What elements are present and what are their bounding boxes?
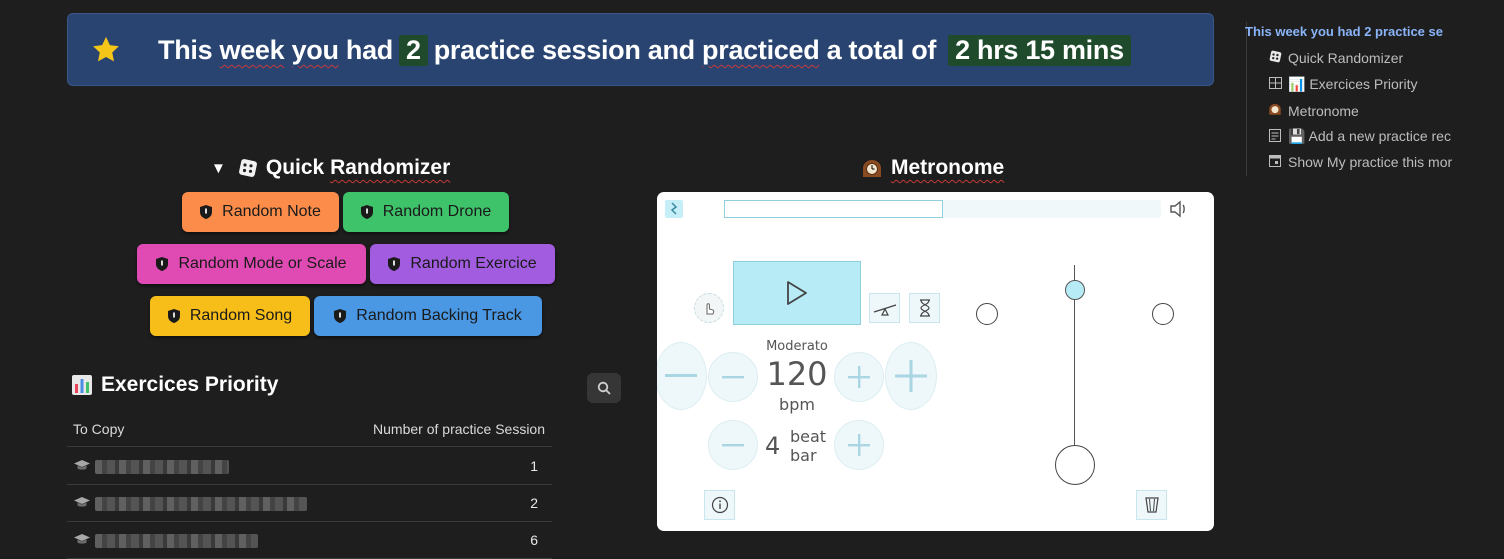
bpm-decrease-button[interactable] (708, 352, 758, 402)
calendar-icon (1268, 154, 1282, 170)
beats-per-bar-value[interactable]: 4 (765, 432, 780, 460)
random-song-button[interactable]: Random Song (150, 296, 310, 336)
beat-progress-track[interactable] (724, 200, 1161, 218)
shield-icon (388, 257, 401, 271)
table-row[interactable]: 6 (67, 522, 552, 559)
beats-increase-button[interactable] (834, 420, 884, 470)
pendulum-weight[interactable] (1065, 280, 1085, 300)
priority-heading: Exercices Priority (71, 373, 278, 397)
metronome-widget: Moderato 120 bpm 4 beat bar (657, 192, 1214, 531)
info-button[interactable] (704, 490, 735, 520)
shield-icon (334, 309, 347, 323)
left-beat-indicator (976, 303, 998, 325)
form-icon (1268, 128, 1282, 145)
dice-icon (1268, 50, 1282, 66)
session-count-cell: 2 (530, 495, 538, 511)
graduation-cap-icon (74, 534, 90, 544)
hand-pointer-icon (706, 303, 715, 315)
table-row[interactable]: 1 (67, 448, 552, 485)
outline-item-exercices-priority[interactable]: 📊 Exercices Priority (1268, 76, 1458, 93)
pendulum-bob (1055, 445, 1095, 485)
drum-icon (1144, 497, 1159, 513)
random-note-button[interactable]: Random Note (182, 192, 339, 232)
bpm-decrease-large-button[interactable] (657, 342, 707, 410)
bpm-value[interactable]: 120 (757, 355, 837, 393)
session-count-cell: 6 (530, 532, 538, 548)
volume-icon[interactable] (1169, 200, 1189, 218)
info-icon (711, 496, 728, 514)
mantelpiece-clock-icon (863, 160, 881, 177)
hourglass-icon (919, 299, 930, 317)
random-mode-button[interactable]: Random Mode or Scale (137, 244, 366, 284)
shield-icon (360, 205, 373, 219)
dice-icon (238, 159, 257, 177)
column-header-to-copy[interactable]: To Copy (73, 421, 124, 437)
session-count: 2 (399, 35, 428, 66)
beats-per-bar-label: beat bar (790, 427, 827, 465)
star-icon (93, 36, 119, 62)
weekly-summary-banner: This week you had 2 practice session and… (67, 13, 1214, 86)
search-icon (597, 381, 611, 395)
table-header: To Copy Number of practice Session (67, 413, 552, 447)
tap-tempo-button[interactable] (694, 293, 724, 323)
play-button[interactable] (733, 261, 861, 325)
beat-progress-fill (724, 200, 943, 218)
shield-icon (167, 309, 180, 323)
bpm-label: bpm (779, 395, 815, 414)
bpm-increase-button[interactable] (834, 352, 884, 402)
tempo-marking: Moderato (766, 339, 828, 354)
shield-icon (200, 205, 213, 219)
redacted-exercise-link[interactable] (95, 497, 307, 511)
random-backing-track-button[interactable]: Random Backing Track (314, 296, 542, 336)
random-drone-button[interactable]: Random Drone (343, 192, 509, 232)
seesaw-mode-button[interactable] (869, 293, 900, 323)
outline-item-metronome[interactable]: Metronome (1268, 102, 1458, 119)
bar-chart-icon (72, 375, 92, 395)
beats-decrease-button[interactable] (708, 420, 758, 470)
randomizer-heading[interactable]: ▼ Quick Randomizer (211, 156, 450, 180)
collapse-toggle-icon[interactable]: ▼ (211, 160, 226, 177)
metronome-logo-icon[interactable] (665, 200, 683, 218)
outline-panel: This week you had 2 practice se Quick Ra… (1245, 22, 1458, 176)
mantelpiece-clock-icon (1268, 102, 1282, 119)
shield-icon (156, 257, 169, 271)
session-count-cell: 1 (530, 458, 538, 474)
table-icon (1268, 77, 1282, 92)
column-header-sessions[interactable]: Number of practice Session (373, 421, 545, 437)
total-time: 2 hrs 15 mins (948, 35, 1131, 66)
outline-item-quick-randomizer[interactable]: Quick Randomizer (1268, 50, 1458, 66)
summary-text: This week you had 2 practice session and… (158, 14, 1137, 87)
outline-item-add-practice-record[interactable]: 💾 Add a new practice rec (1268, 128, 1458, 145)
outline-title[interactable]: This week you had 2 practice se (1245, 24, 1457, 39)
graduation-cap-icon (74, 497, 90, 507)
sound-type-button[interactable] (1136, 490, 1167, 520)
bpm-increase-large-button[interactable] (885, 342, 937, 410)
table-row[interactable]: 2 (67, 485, 552, 522)
table-search-button[interactable] (587, 373, 621, 403)
timer-button[interactable] (909, 293, 940, 323)
random-exercice-button[interactable]: Random Exercice (370, 244, 555, 284)
outline-item-show-practice-month[interactable]: Show My practice this mor (1268, 154, 1458, 170)
seesaw-icon (873, 304, 896, 316)
right-beat-indicator (1152, 303, 1174, 325)
metronome-heading: Metronome (861, 156, 1004, 180)
redacted-exercise-link[interactable] (95, 534, 258, 548)
redacted-exercise-link[interactable] (95, 460, 229, 474)
play-icon (787, 281, 807, 305)
graduation-cap-icon (74, 460, 90, 470)
